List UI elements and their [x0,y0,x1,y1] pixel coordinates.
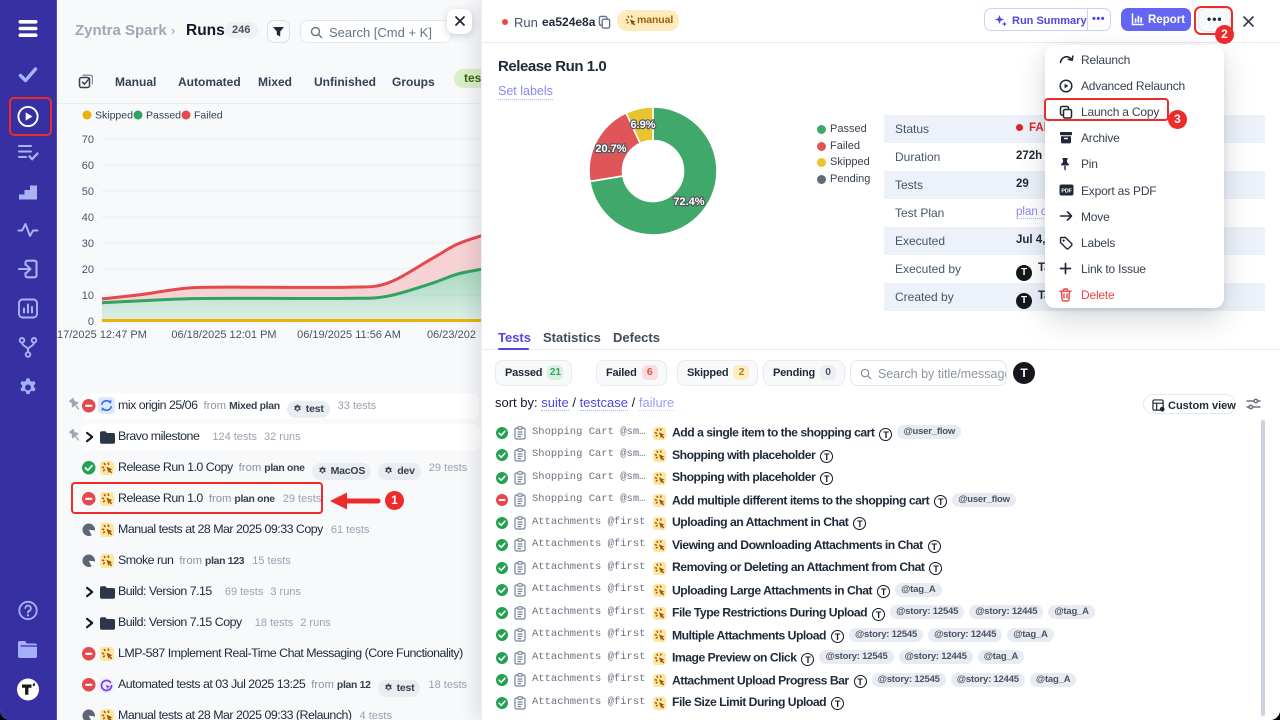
svg-text:Failed: Failed [194,110,223,122]
svg-text:PDF: PDF [1061,188,1072,194]
svg-text:70: 70 [82,134,94,146]
svg-text:50: 50 [82,186,94,198]
svg-text:20.7%: 20.7% [595,143,626,155]
svg-text:40: 40 [82,212,94,224]
svg-text:60: 60 [82,160,94,172]
svg-text:06/23/202: 06/23/202 [427,329,476,341]
svg-text:17/2025 12:47 PM: 17/2025 12:47 PM [57,329,147,341]
svg-text:06/19/2025 11:56 AM: 06/19/2025 11:56 AM [297,329,401,341]
svg-text:10: 10 [82,290,94,302]
svg-text:06/18/2025 12:01 PM: 06/18/2025 12:01 PM [171,329,276,341]
svg-text:30: 30 [82,238,94,250]
svg-text:6.9%: 6.9% [630,119,655,131]
svg-text:0: 0 [88,316,94,328]
svg-text:Skipped: Skipped [95,110,133,122]
svg-text:Passed: Passed [146,110,181,122]
svg-text:72.4%: 72.4% [673,196,704,208]
svg-text:20: 20 [82,264,94,276]
